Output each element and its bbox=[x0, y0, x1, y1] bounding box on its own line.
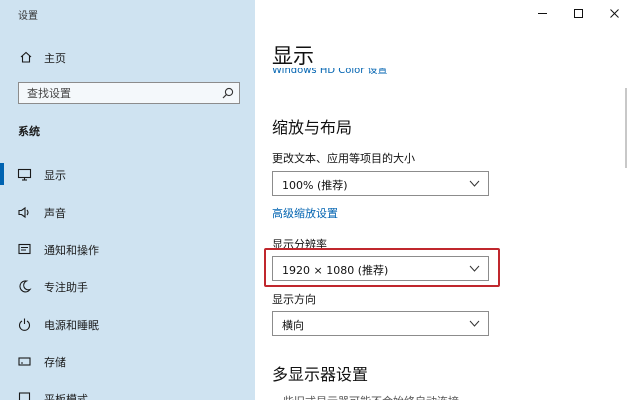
scale-layout-heading: 缩放与布局 bbox=[272, 118, 353, 137]
scrollbar[interactable] bbox=[620, 28, 632, 400]
search-input[interactable] bbox=[19, 83, 231, 103]
hdr-color-link-text: Windows HD Color 设置 bbox=[272, 68, 388, 76]
monitor-icon bbox=[17, 168, 32, 181]
chevron-down-icon bbox=[469, 180, 480, 187]
notification-icon bbox=[18, 243, 31, 255]
sidebar-item-home[interactable]: 主页 bbox=[0, 46, 255, 68]
section-label-system: 系统 bbox=[18, 125, 40, 138]
tablet-icon bbox=[18, 392, 31, 400]
window-controls bbox=[524, 0, 632, 28]
power-icon bbox=[18, 318, 31, 331]
orientation-label: 显示方向 bbox=[272, 293, 316, 306]
sidebar-item-label: 通知和操作 bbox=[44, 244, 99, 257]
page-title: 显示 bbox=[272, 44, 314, 68]
sidebar-item-sound[interactable]: 声音 bbox=[0, 197, 255, 227]
maximize-icon bbox=[574, 9, 583, 18]
scale-select[interactable]: 100% (推荐) bbox=[272, 171, 489, 196]
sidebar-item-storage[interactable]: 存储 bbox=[0, 346, 255, 376]
sidebar: 设置 主页 系统 显示 bbox=[0, 0, 255, 400]
home-icon bbox=[20, 51, 32, 63]
scale-select-value: 100% (推荐) bbox=[282, 179, 348, 192]
chevron-down-icon bbox=[469, 320, 480, 327]
close-icon bbox=[610, 9, 619, 18]
speaker-icon bbox=[18, 206, 29, 219]
sidebar-item-tablet-mode[interactable]: 平板模式 bbox=[0, 383, 255, 400]
moon-icon bbox=[19, 280, 32, 293]
sidebar-item-focus-assist[interactable]: 专注助手 bbox=[0, 271, 255, 301]
sidebar-item-label: 平板模式 bbox=[44, 393, 88, 400]
active-indicator bbox=[0, 163, 4, 185]
app-title: 设置 bbox=[18, 11, 38, 22]
sidebar-item-label: 专注助手 bbox=[44, 281, 88, 294]
sidebar-item-label: 电源和睡眠 bbox=[44, 319, 99, 332]
sidebar-item-notifications[interactable]: 通知和操作 bbox=[0, 234, 255, 264]
orientation-select[interactable]: 横向 bbox=[272, 311, 489, 336]
resolution-select-value: 1920 × 1080 (推荐) bbox=[282, 264, 389, 277]
minimize-button[interactable] bbox=[524, 0, 560, 28]
hdr-color-link[interactable]: Windows HD Color 设置 bbox=[272, 68, 388, 78]
orientation-select-value: 横向 bbox=[282, 319, 304, 332]
scrollbar-thumb[interactable] bbox=[625, 88, 627, 168]
sidebar-item-label: 存储 bbox=[44, 356, 66, 369]
sidebar-item-label: 声音 bbox=[44, 207, 66, 220]
multi-display-heading: 多显示器设置 bbox=[272, 365, 369, 384]
sidebar-item-label: 显示 bbox=[44, 169, 66, 182]
sidebar-item-display[interactable]: 显示 bbox=[0, 159, 255, 189]
advanced-scaling-link[interactable]: 高级缩放设置 bbox=[272, 205, 338, 221]
sidebar-item-label: 主页 bbox=[44, 52, 66, 65]
chevron-down-icon bbox=[469, 265, 480, 272]
minimize-icon bbox=[538, 13, 547, 14]
resolution-select[interactable]: 1920 × 1080 (推荐) bbox=[272, 256, 489, 281]
scale-label: 更改文本、应用等项目的大小 bbox=[272, 152, 415, 165]
storage-icon bbox=[18, 357, 31, 366]
search-box bbox=[18, 82, 240, 104]
main-pane: 显示 Windows HD Color 设置 缩放与布局 更改文本、应用等项目的… bbox=[255, 0, 632, 400]
sidebar-item-power[interactable]: 电源和睡眠 bbox=[0, 309, 255, 339]
maximize-button[interactable] bbox=[560, 0, 596, 28]
search-icon[interactable] bbox=[221, 86, 235, 100]
multi-display-description: 一些旧式显示器可能不会始终自动连接 bbox=[272, 393, 572, 400]
settings-window: 设置 主页 系统 显示 bbox=[0, 0, 632, 400]
close-button[interactable] bbox=[596, 0, 632, 28]
